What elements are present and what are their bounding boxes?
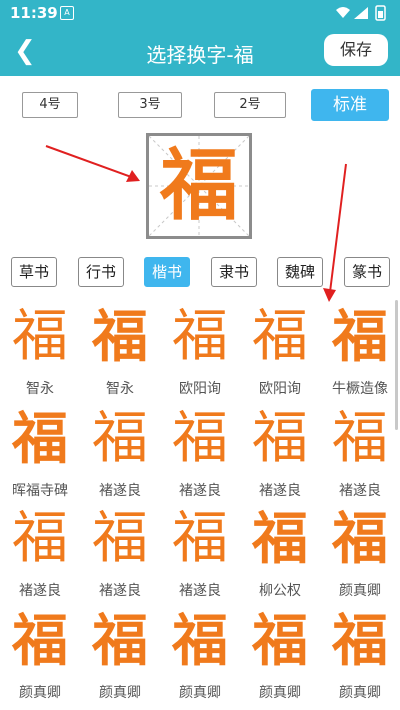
sample-glyph: 福 (92, 608, 148, 674)
sample-glyph: 福 (92, 406, 148, 471)
clock: 11:39 (10, 4, 58, 22)
sample-cell[interactable]: 福褚遂良 (0, 500, 80, 600)
sample-author: 褚遂良 (339, 483, 381, 499)
sample-glyph: 福 (92, 304, 148, 370)
sample-cell[interactable]: 福颜真卿 (160, 602, 240, 702)
signal-icon (354, 7, 368, 19)
scrollbar[interactable] (395, 300, 398, 430)
annotation-arrow-left (45, 145, 140, 182)
sample-author: 褚遂良 (99, 583, 141, 599)
sample-cell[interactable]: 福颜真卿 (320, 500, 400, 600)
sample-cell[interactable]: 福颜真卿 (320, 602, 400, 702)
sample-cell[interactable]: 福牛橛造像 (320, 298, 400, 398)
size-option-standard[interactable]: 标准 (311, 89, 389, 121)
sample-author: 智永 (26, 381, 54, 397)
sample-cell[interactable]: 福智永 (0, 298, 80, 398)
save-button[interactable]: 保存 (324, 34, 388, 66)
sample-glyph: 福 (252, 304, 308, 369)
sample-cell[interactable]: 福颜真卿 (240, 602, 320, 702)
notification-icon: A (60, 6, 74, 20)
sample-author: 柳公权 (259, 583, 301, 599)
sample-glyph: 福 (332, 304, 388, 370)
sample-glyph: 福 (172, 406, 228, 471)
sample-cell[interactable]: 福智永 (80, 298, 160, 398)
sample-glyph: 福 (12, 304, 68, 369)
sample-cell[interactable]: 福柳公权 (240, 500, 320, 600)
sample-author: 颜真卿 (99, 685, 141, 701)
sample-author: 颜真卿 (259, 685, 301, 701)
sample-author: 褚遂良 (19, 583, 61, 599)
sample-glyph: 福 (252, 506, 308, 572)
sample-author: 牛橛造像 (332, 381, 388, 397)
sample-cell[interactable]: 福颜真卿 (0, 602, 80, 702)
calligraphy-sample-grid: 福智永 福智永 福欧阳询 福欧阳询 福牛橛造像 福晖福寺碑 福褚遂良 福褚遂良 … (0, 298, 400, 710)
sample-glyph: 福 (332, 608, 388, 674)
sample-glyph: 福 (12, 506, 68, 571)
sample-glyph: 福 (12, 406, 68, 472)
annotation-arrow-right (323, 163, 347, 302)
sample-glyph: 福 (332, 506, 388, 572)
app-bar: ❮ 选择换字-福 保存 (0, 26, 400, 76)
sample-glyph: 福 (172, 506, 228, 571)
size-option-4[interactable]: 4号 (22, 92, 78, 118)
character-preview: 福 (146, 133, 252, 239)
sample-author: 颜真卿 (179, 685, 221, 701)
sample-cell[interactable]: 福褚遂良 (160, 400, 240, 500)
sample-glyph: 福 (92, 506, 148, 571)
tab-cursive[interactable]: 草书 (11, 257, 57, 287)
sample-glyph: 福 (252, 406, 308, 471)
sample-glyph: 福 (332, 406, 388, 471)
sample-author: 欧阳询 (179, 381, 221, 397)
tab-seal[interactable]: 篆书 (344, 257, 390, 287)
sample-author: 颜真卿 (339, 583, 381, 599)
sample-author: 欧阳询 (259, 381, 301, 397)
tab-running[interactable]: 行书 (78, 257, 124, 287)
sample-author: 褚遂良 (99, 483, 141, 499)
size-option-2[interactable]: 2号 (214, 92, 286, 118)
sample-cell[interactable]: 福颜真卿 (80, 602, 160, 702)
sample-glyph: 福 (172, 304, 228, 369)
sample-cell[interactable]: 福褚遂良 (80, 400, 160, 500)
preview-character: 福 (159, 140, 238, 231)
sample-glyph: 福 (12, 608, 68, 674)
status-bar: 11:39 A (0, 0, 400, 26)
sample-author: 褚遂良 (179, 483, 221, 499)
sample-cell[interactable]: 福褚遂良 (240, 400, 320, 500)
sample-author: 颜真卿 (339, 685, 381, 701)
size-option-3[interactable]: 3号 (118, 92, 182, 118)
sample-author: 褚遂良 (179, 583, 221, 599)
sample-cell[interactable]: 福欧阳询 (160, 298, 240, 398)
sample-cell[interactable]: 福欧阳询 (240, 298, 320, 398)
sample-cell[interactable]: 福褚遂良 (80, 500, 160, 600)
sample-cell[interactable]: 福褚遂良 (160, 500, 240, 600)
sample-author: 褚遂良 (259, 483, 301, 499)
sample-author: 晖福寺碑 (12, 483, 68, 499)
sample-glyph: 福 (172, 608, 228, 674)
sample-cell[interactable]: 福褚遂良 (320, 400, 400, 500)
wifi-icon (336, 7, 350, 18)
sample-author: 智永 (106, 381, 134, 397)
system-icons (334, 5, 392, 25)
sample-cell[interactable]: 福晖福寺碑 (0, 400, 80, 500)
sample-author: 颜真卿 (19, 685, 61, 701)
tab-wei-stele[interactable]: 魏碑 (277, 257, 323, 287)
sample-glyph: 福 (252, 608, 308, 674)
tab-clerical[interactable]: 隶书 (211, 257, 257, 287)
tab-regular[interactable]: 楷书 (144, 257, 190, 287)
